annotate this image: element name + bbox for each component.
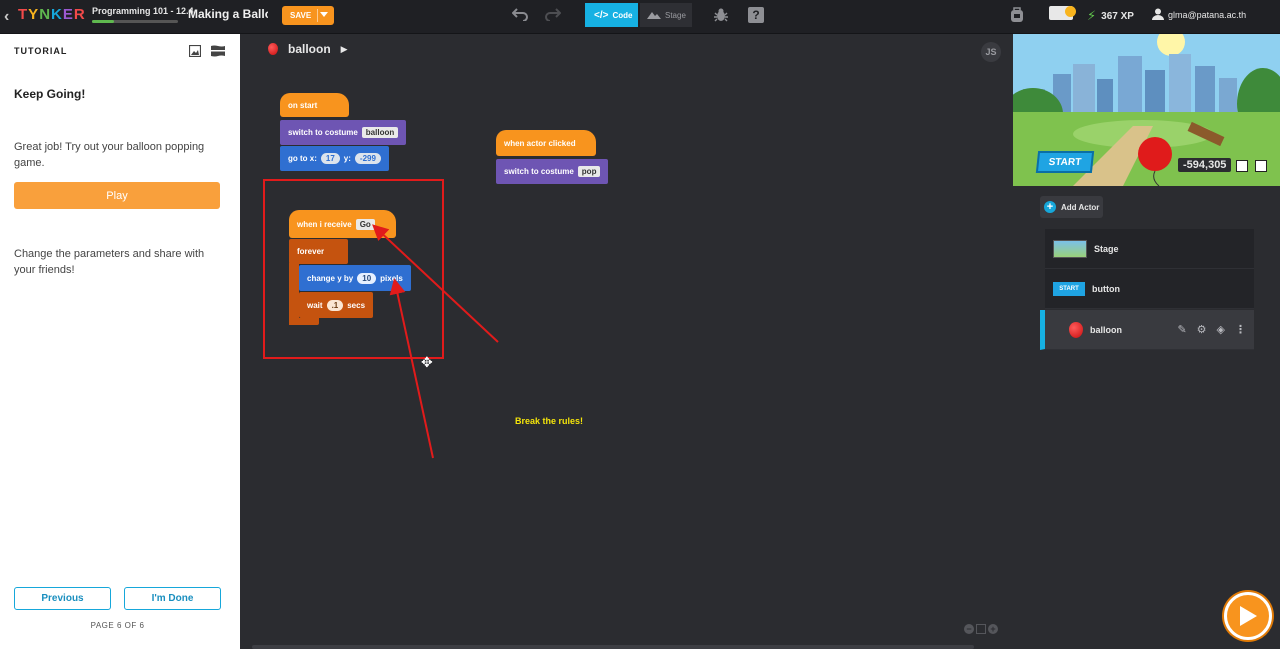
xp-counter: ⚡ 367 XP <box>1087 8 1134 24</box>
horizontal-scrollbar[interactable] <box>252 645 974 649</box>
button-thumbnail: START <box>1053 281 1085 296</box>
user-icon <box>1152 8 1164 22</box>
bug-icon[interactable] <box>713 7 729 23</box>
actor-label: balloon <box>1090 324 1122 335</box>
course-progress-bar <box>92 20 178 23</box>
zoom-reset-icon[interactable] <box>976 624 986 634</box>
grid-icon[interactable] <box>1236 160 1248 172</box>
tutorial-panel: TUTORIAL Keep Going! Great job! Try out … <box>0 34 240 649</box>
annotation-arrow <box>372 224 499 343</box>
project-title[interactable]: Making a Balloon <box>188 7 268 21</box>
code-workspace[interactable]: balloon ▶ JS on start switch to costume … <box>240 34 1012 649</box>
fullscreen-icon[interactable] <box>1255 160 1267 172</box>
undo-icon[interactable] <box>512 7 528 21</box>
mountain-icon <box>647 9 661 21</box>
course-progress-fill <box>92 20 114 23</box>
lightning-icon: ⚡ <box>1087 8 1097 23</box>
save-label: SAVE <box>290 11 312 20</box>
actor-label: button <box>1092 283 1120 294</box>
save-separator <box>317 9 318 22</box>
backpack-icon[interactable] <box>1010 6 1024 22</box>
stage-thumbnail <box>1053 239 1087 258</box>
actor-item-stage[interactable]: Stage <box>1045 229 1254 269</box>
flag-icon[interactable] <box>211 44 225 62</box>
save-button[interactable]: SAVE <box>282 6 334 25</box>
redo-icon[interactable] <box>545 7 561 21</box>
tutorial-tools <box>188 44 225 62</box>
certificate-seal <box>1065 6 1076 17</box>
annotation-arrows <box>372 224 499 459</box>
back-chevron-icon[interactable]: ‹ <box>4 8 9 26</box>
actor-tools: ✎ ⚙ ◈ ⋮ <box>1177 323 1246 336</box>
add-actor-button[interactable]: + Add Actor <box>1040 196 1103 218</box>
more-icon[interactable]: ⋮ <box>1235 323 1246 336</box>
actor-label: Stage <box>1094 243 1119 254</box>
xp-value: 367 XP <box>1101 10 1134 22</box>
zoom-controls: − + <box>964 624 998 634</box>
previous-button[interactable]: Previous <box>14 587 111 610</box>
logo-letter: K <box>51 6 63 23</box>
code-icon: </> <box>594 9 609 21</box>
certificate-icon[interactable] <box>1049 6 1076 20</box>
image-icon[interactable] <box>188 44 202 62</box>
zoom-out-icon[interactable]: − <box>964 624 974 634</box>
tab-stage-label: Stage <box>665 10 686 20</box>
done-button[interactable]: I'm Done <box>124 587 221 610</box>
course-name[interactable]: Programming 101 - 12.4 <box>92 6 194 16</box>
user-email: glma@patana.ac.th <box>1168 10 1247 20</box>
gear-icon[interactable]: ⚙ <box>1197 323 1207 336</box>
logo-letter: R <box>73 6 86 23</box>
play-button[interactable]: Play <box>14 182 220 209</box>
actor-item-button[interactable]: START button <box>1045 269 1254 309</box>
logo-letter: E <box>62 6 74 23</box>
tutorial-title: Keep Going! <box>14 87 86 101</box>
plus-icon: + <box>1044 201 1056 213</box>
actor-item-balloon[interactable]: balloon ✎ ⚙ ◈ ⋮ <box>1040 310 1254 350</box>
stage-preview[interactable]: START -594,305 <box>1013 34 1280 186</box>
tab-stage[interactable]: Stage <box>640 3 692 27</box>
zoom-in-icon[interactable]: + <box>988 624 998 634</box>
tutorial-text: Change the parameters and share with you… <box>14 248 205 276</box>
save-dropdown-icon[interactable] <box>320 12 328 17</box>
add-actor-label: Add Actor <box>1061 202 1100 212</box>
move-cursor-icon: ✥ <box>421 354 433 370</box>
logo-letter: N <box>39 6 52 23</box>
help-icon[interactable]: ? <box>748 7 764 23</box>
page-indicator: PAGE 6 OF 6 <box>90 621 145 630</box>
stage-coordinates: -594,305 <box>1178 158 1232 172</box>
logo-letter: T <box>18 6 29 23</box>
pencil-icon[interactable]: ✎ <box>1177 323 1186 336</box>
logo-letter: Y <box>28 6 40 23</box>
tynker-logo[interactable]: T Y N K E R <box>18 6 86 23</box>
tab-code[interactable]: </> Code <box>585 3 638 27</box>
play-icon <box>1240 606 1257 626</box>
user-menu[interactable]: glma@patana.ac.th <box>1152 8 1246 22</box>
layers-icon[interactable]: ◈ <box>1217 323 1225 336</box>
run-play-button[interactable] <box>1224 592 1272 640</box>
stage-start-button[interactable]: START <box>1035 151 1095 173</box>
tab-code-label: Code <box>612 10 633 20</box>
right-panel: START -594,305 + Add Actor Stage START b… <box>1012 34 1280 649</box>
top-bar: ‹ T Y N K E R Programming 101 - 12.4 Mak… <box>0 0 1280 34</box>
annotation-text: Break the rules! <box>515 416 584 426</box>
tutorial-text: Great job! Try out your balloon popping … <box>14 141 205 169</box>
tutorial-header: TUTORIAL <box>14 46 68 56</box>
balloon-thumbnail <box>1069 321 1083 338</box>
